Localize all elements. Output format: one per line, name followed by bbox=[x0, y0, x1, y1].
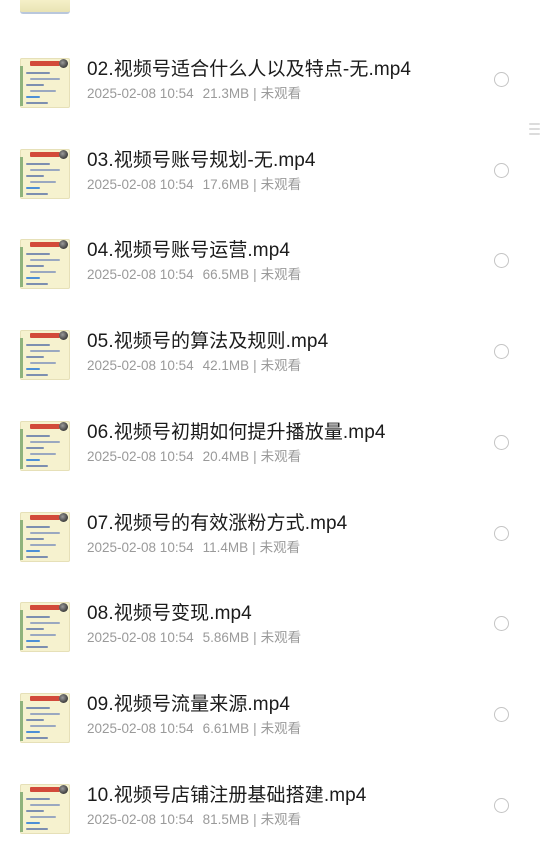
file-date: 2025-02-08 10:54 bbox=[87, 812, 194, 827]
watch-status: 未观看 bbox=[260, 177, 302, 192]
file-date: 2025-02-08 10:54 bbox=[87, 449, 194, 464]
file-date: 2025-02-08 10:54 bbox=[87, 177, 194, 192]
radio-circle-icon[interactable] bbox=[494, 435, 509, 450]
file-row[interactable]: 05.视频号的算法及规则.mp4 2025-02-08 10:54 42.1MB |… bbox=[0, 326, 540, 416]
file-date: 2025-02-08 10:54 bbox=[87, 540, 194, 555]
meta-separator: | bbox=[253, 812, 257, 827]
file-meta: 2025-02-08 10:54 42.1MB | 未观看 bbox=[87, 357, 301, 375]
file-meta: 2025-02-08 10:54 66.5MB | 未观看 bbox=[87, 266, 301, 284]
file-name: 10.视频号店铺注册基础搭建.mp4 bbox=[87, 785, 367, 806]
file-date: 2025-02-08 10:54 bbox=[87, 358, 194, 373]
file-meta: 2025-02-08 10:54 6.61MB | 未观看 bbox=[87, 720, 301, 738]
file-row[interactable]: 07.视频号的有效涨粉方式.mp4 2025-02-08 10:54 11.4MB… bbox=[0, 508, 540, 598]
file-size: 6.61MB bbox=[202, 721, 250, 736]
file-list: 02.视频号适合什么人以及特点-无.mp4 2025-02-08 10:54 21… bbox=[0, 0, 540, 851]
video-thumbnail-icon bbox=[20, 149, 70, 199]
watch-status: 未观看 bbox=[260, 358, 302, 373]
video-thumbnail-icon bbox=[20, 330, 70, 380]
radio-circle-icon[interactable] bbox=[494, 526, 509, 541]
radio-circle-icon[interactable] bbox=[494, 72, 509, 87]
watch-status: 未观看 bbox=[260, 449, 302, 464]
file-row[interactable]: 09.视频号流量来源.mp4 2025-02-08 10:54 6.61MB | 未观… bbox=[0, 689, 540, 779]
file-date: 2025-02-08 10:54 bbox=[87, 721, 194, 736]
meta-separator: | bbox=[253, 267, 257, 282]
file-list-screen: 02.视频号适合什么人以及特点-无.mp4 2025-02-08 10:54 21… bbox=[0, 0, 540, 851]
meta-separator: | bbox=[252, 540, 256, 555]
file-size: 11.4MB bbox=[202, 540, 249, 555]
meta-separator: | bbox=[253, 86, 257, 101]
file-meta: 2025-02-08 10:54 81.5MB | 未观看 bbox=[87, 811, 301, 829]
file-name: 03.视频号账号规划-无.mp4 bbox=[87, 150, 316, 171]
radio-circle-icon[interactable] bbox=[494, 344, 509, 359]
file-name: 08.视频号变现.mp4 bbox=[87, 603, 252, 624]
file-meta: 2025-02-08 10:54 21.3MB | 未观看 bbox=[87, 85, 301, 103]
file-size: 66.5MB bbox=[202, 267, 250, 282]
file-size: 5.86MB bbox=[202, 630, 250, 645]
video-thumbnail-icon bbox=[20, 512, 70, 562]
file-name: 05.视频号的算法及规则.mp4 bbox=[87, 331, 329, 352]
file-row[interactable]: 04.视频号账号运营.mp4 2025-02-08 10:54 66.5MB | 未观… bbox=[0, 235, 540, 325]
file-row[interactable]: 02.视频号适合什么人以及特点-无.mp4 2025-02-08 10:54 21… bbox=[0, 54, 540, 144]
watch-status: 未观看 bbox=[260, 267, 302, 282]
watch-status: 未观看 bbox=[260, 721, 302, 736]
file-row[interactable]: 08.视频号变现.mp4 2025-02-08 10:54 5.86MB | 未观看 bbox=[0, 598, 540, 688]
watch-status: 未观看 bbox=[259, 540, 301, 555]
radio-circle-icon[interactable] bbox=[494, 616, 509, 631]
video-thumbnail-icon bbox=[20, 239, 70, 289]
file-size: 21.3MB bbox=[202, 86, 250, 101]
video-thumbnail-icon bbox=[20, 693, 70, 743]
watch-status: 未观看 bbox=[260, 812, 302, 827]
radio-circle-icon[interactable] bbox=[494, 163, 509, 178]
meta-separator: | bbox=[253, 630, 257, 645]
file-size: 17.6MB bbox=[202, 177, 250, 192]
meta-separator: | bbox=[253, 721, 257, 736]
file-meta: 2025-02-08 10:54 11.4MB | 未观看 bbox=[87, 539, 300, 557]
file-meta: 2025-02-08 10:54 17.6MB | 未观看 bbox=[87, 176, 301, 194]
file-date: 2025-02-08 10:54 bbox=[87, 86, 194, 101]
drag-handle-icon[interactable] bbox=[527, 120, 540, 140]
file-size: 42.1MB bbox=[202, 358, 250, 373]
file-name: 06.视频号初期如何提升播放量.mp4 bbox=[87, 422, 386, 443]
meta-separator: | bbox=[253, 177, 257, 192]
meta-separator: | bbox=[253, 358, 257, 373]
file-size: 20.4MB bbox=[202, 449, 250, 464]
radio-circle-icon[interactable] bbox=[494, 707, 509, 722]
watch-status: 未观看 bbox=[260, 86, 302, 101]
file-meta: 2025-02-08 10:54 20.4MB | 未观看 bbox=[87, 448, 301, 466]
radio-circle-icon[interactable] bbox=[494, 798, 509, 813]
video-thumbnail-icon bbox=[20, 602, 70, 652]
video-thumbnail-icon bbox=[20, 421, 70, 471]
file-row[interactable]: 06.视频号初期如何提升播放量.mp4 2025-02-08 10:54 20.4… bbox=[0, 417, 540, 507]
file-row[interactable]: 03.视频号账号规划-无.mp4 2025-02-08 10:54 17.6MB |… bbox=[0, 145, 540, 235]
video-thumbnail-icon bbox=[20, 784, 70, 834]
file-size: 81.5MB bbox=[202, 812, 250, 827]
meta-separator: | bbox=[253, 449, 257, 464]
video-thumbnail-icon bbox=[20, 58, 70, 108]
file-date: 2025-02-08 10:54 bbox=[87, 630, 194, 645]
file-meta: 2025-02-08 10:54 5.86MB | 未观看 bbox=[87, 629, 301, 647]
file-name: 09.视频号流量来源.mp4 bbox=[87, 694, 291, 715]
watch-status: 未观看 bbox=[260, 630, 302, 645]
file-name: 07.视频号的有效涨粉方式.mp4 bbox=[87, 513, 348, 534]
file-date: 2025-02-08 10:54 bbox=[87, 267, 194, 282]
file-name: 02.视频号适合什么人以及特点-无.mp4 bbox=[87, 59, 412, 80]
file-row[interactable]: 10.视频号店铺注册基础搭建.mp4 2025-02-08 10:54 81.5M… bbox=[0, 780, 540, 851]
file-name: 04.视频号账号运营.mp4 bbox=[87, 240, 291, 261]
radio-circle-icon[interactable] bbox=[494, 253, 509, 268]
